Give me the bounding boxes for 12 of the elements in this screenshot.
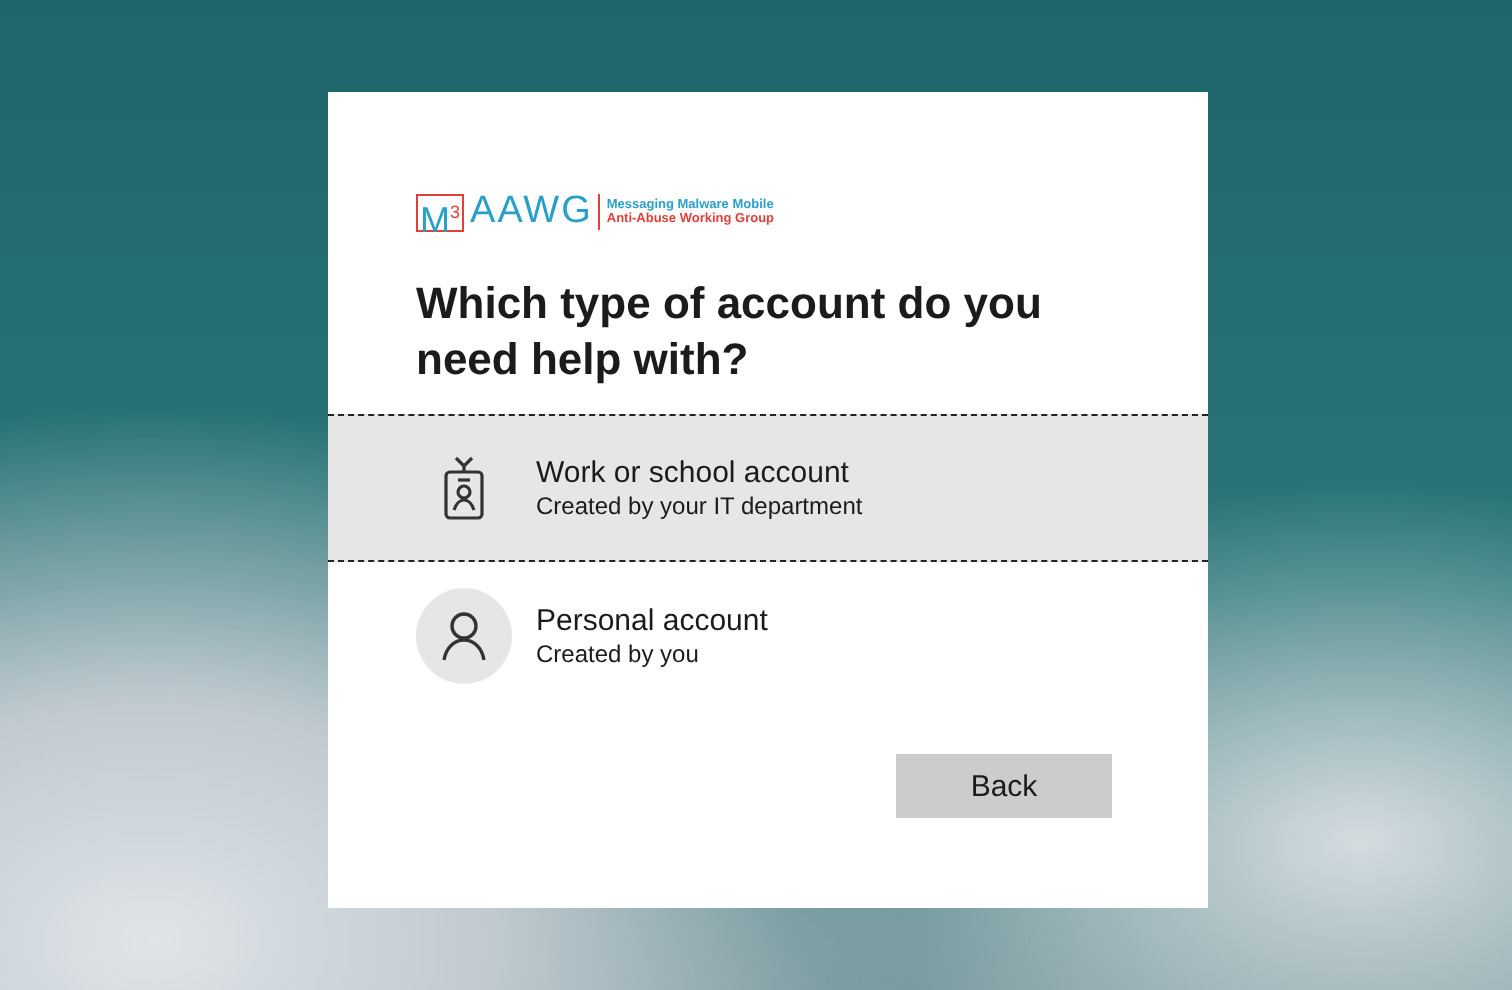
back-button[interactable]: Back <box>896 754 1112 818</box>
person-icon <box>440 610 488 662</box>
logo-mark: M$^{3}$ <box>416 193 465 231</box>
account-option[interactable]: Work or school account Created by your IT department <box>328 414 1208 562</box>
option-subtitle: Created by your IT department <box>536 491 863 521</box>
option-title: Personal account <box>536 603 768 639</box>
page-heading: Which type of account do you need help with? <box>416 276 1044 388</box>
badge-icon <box>442 454 486 522</box>
logo-wordmark: AAWG <box>470 194 601 230</box>
option-subtitle: Created by you <box>536 639 699 669</box>
account-option[interactable]: Personal account Created by you <box>328 562 1208 710</box>
option-title: Work or school account <box>536 455 849 491</box>
